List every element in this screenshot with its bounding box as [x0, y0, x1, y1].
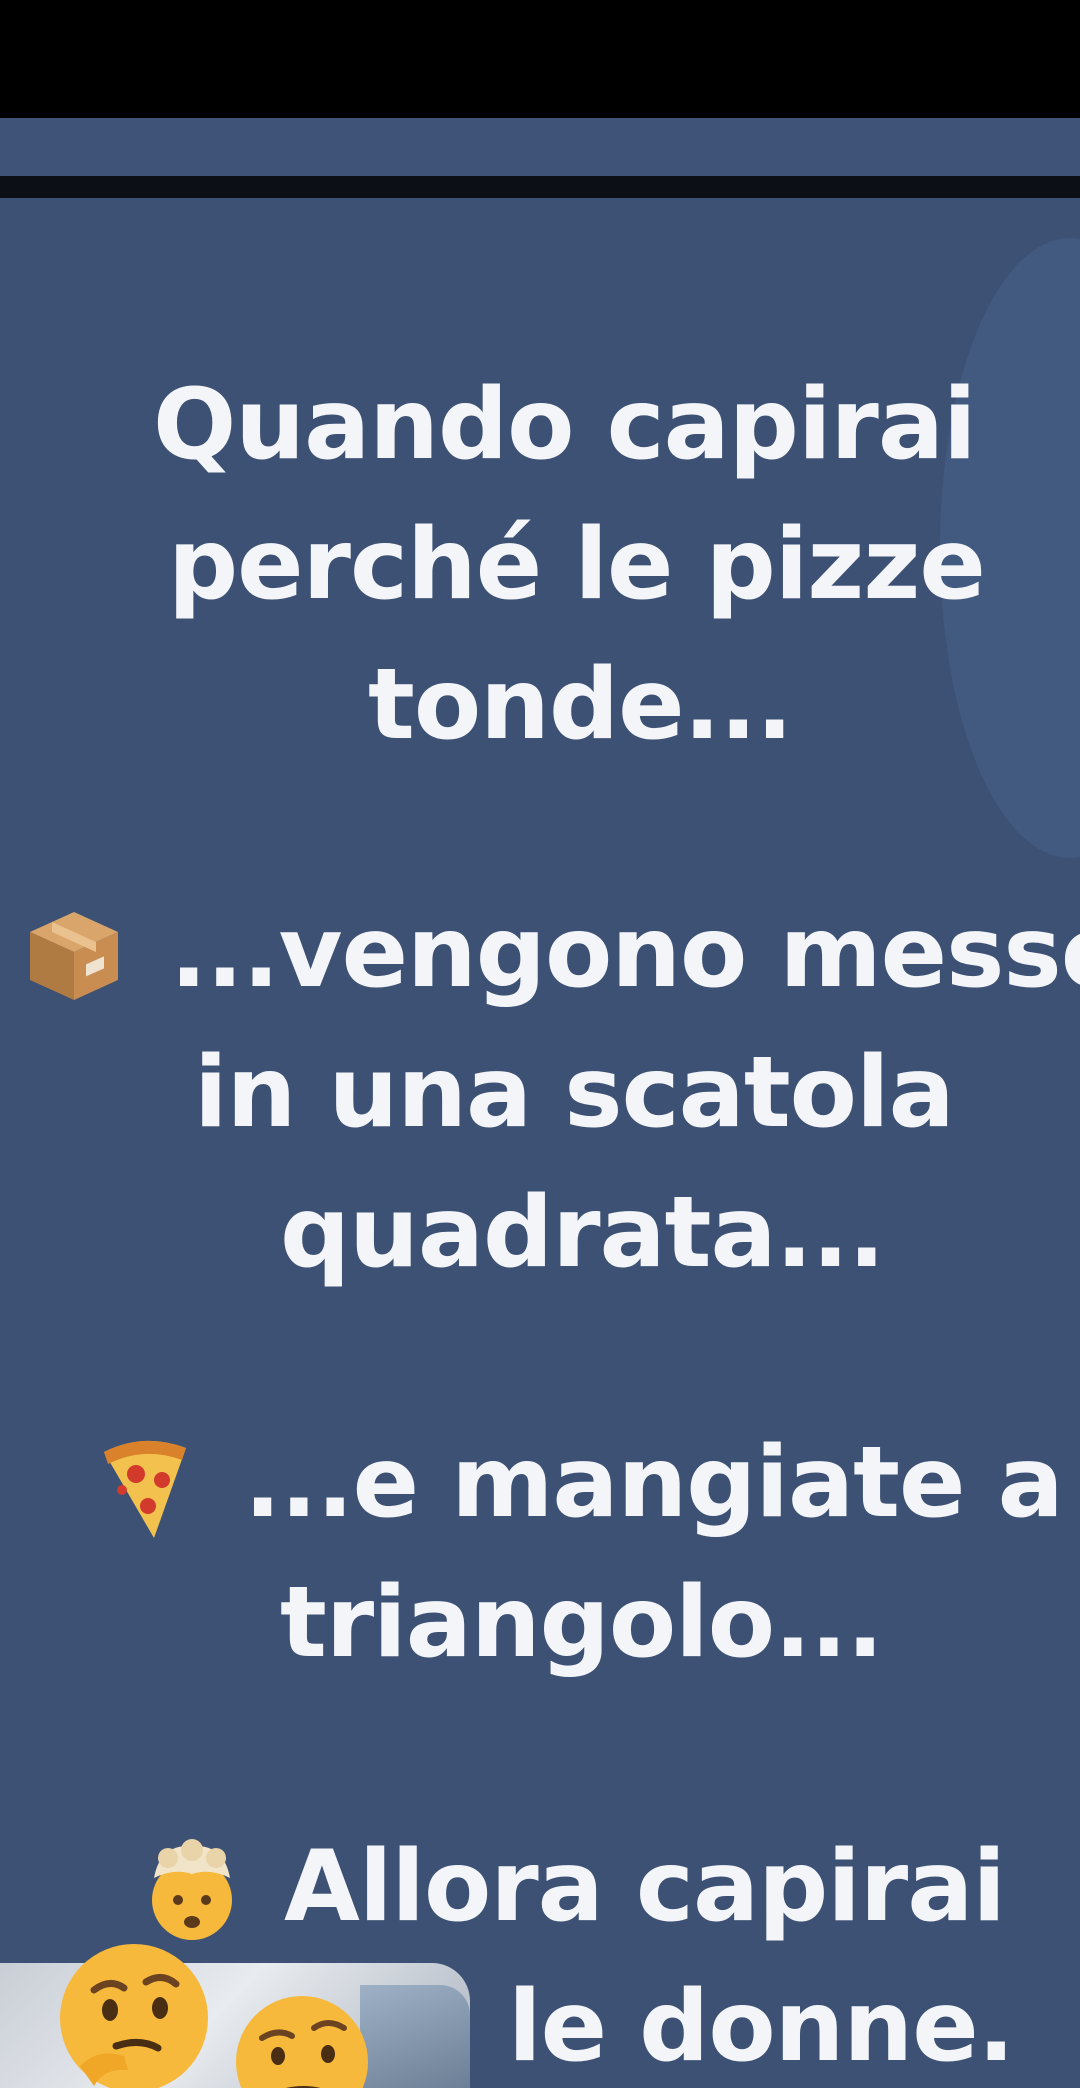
post-line-4: ...vengono messe: [170, 896, 1080, 1010]
face-with-raised-eyebrow-icon: [236, 1996, 368, 2088]
post-line-1: Quando capirai: [153, 368, 977, 482]
post-line-2: perché le pizze: [168, 508, 986, 622]
post-line-3: tonde...: [368, 648, 793, 762]
package-icon: [30, 912, 118, 1000]
exploding-head-icon: [152, 1839, 232, 1940]
screen: Quando capirai perché le pizze tonde... …: [0, 0, 1080, 2088]
post-line-7: ...e mangiate a: [244, 1426, 1064, 1540]
post-line-8: triangolo...: [280, 1566, 884, 1680]
pizza-icon: [104, 1440, 186, 1538]
reaction-thumbnail-overlay: [360, 1985, 470, 2088]
post-line-5: in una scatola: [194, 1036, 955, 1150]
thinking-face-icon: [60, 1944, 208, 2088]
header-strip: [0, 118, 1080, 176]
status-bar-area: [0, 0, 1080, 118]
post-line-6: quadrata...: [280, 1176, 885, 1290]
post-line-10: le donne.: [508, 1970, 1015, 2084]
post-line-9: Allora capirai: [284, 1830, 1006, 1944]
divider: [0, 176, 1080, 198]
